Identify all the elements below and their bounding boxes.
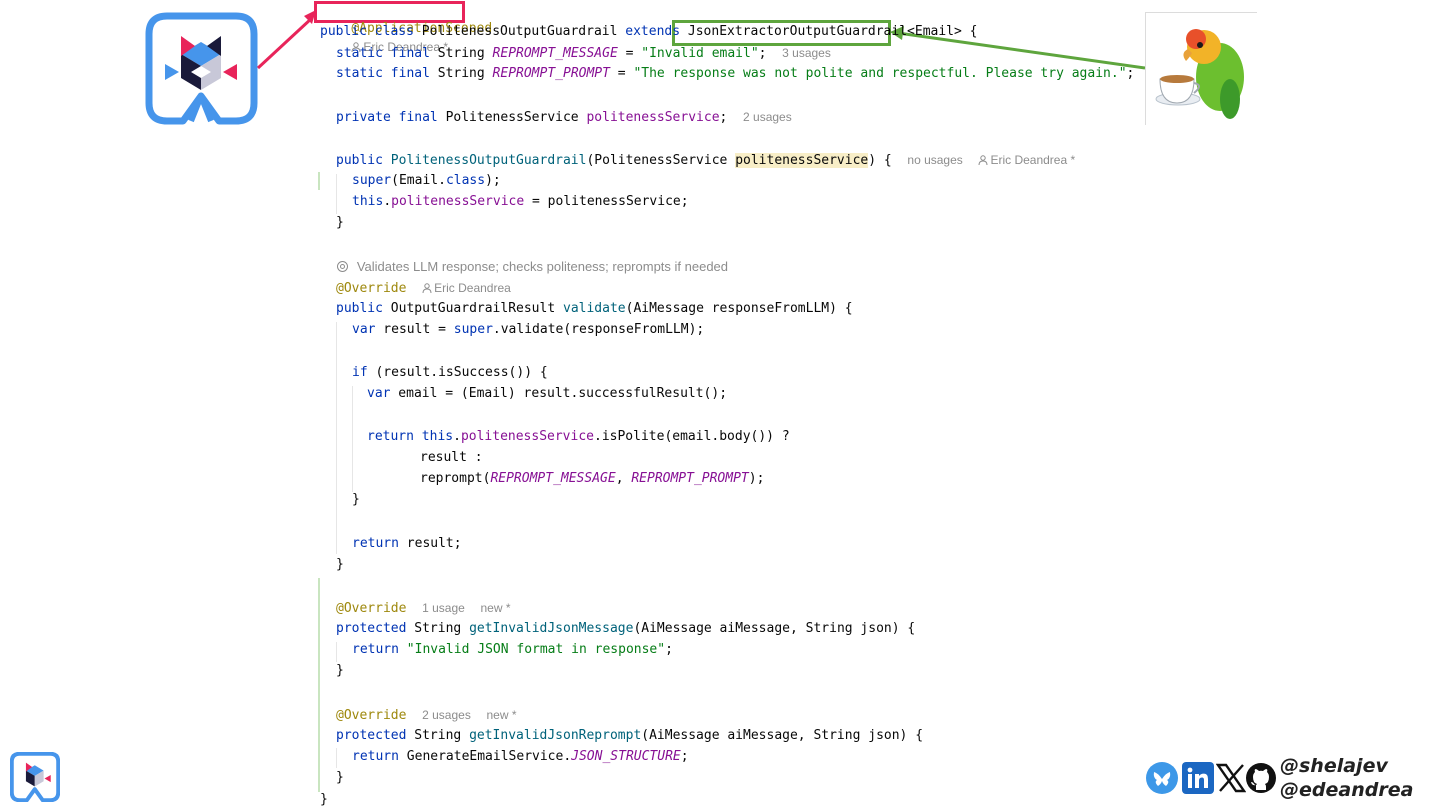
linkedin-icon[interactable] — [1182, 762, 1214, 798]
code-line-validate-decl: public OutputGuardrailResult validate(Ai… — [336, 301, 853, 316]
code-line-invalid-reprompt-decl: protected String getInvalidJsonReprompt(… — [336, 728, 924, 743]
code-line-return-invalid-json: return "Invalid JSON format in response"… — [352, 642, 673, 657]
code-line-return-polite: return this.politenessService.isPolite(e… — [367, 429, 790, 444]
code-line-var-email: var email = (Email) result.successfulRes… — [367, 386, 728, 401]
github-icon[interactable] — [1245, 762, 1277, 798]
usages-hint: no usages — [907, 153, 963, 167]
code-line-const-message: static final String REPROMPT_MESSAGE = "… — [336, 46, 831, 61]
usages-hint: 1 usage — [422, 601, 465, 615]
code-line-if: if (result.isSuccess()) { — [352, 365, 548, 380]
social-handles: @shelajev @edeandrea — [1280, 754, 1413, 802]
code-line-brace: } — [336, 663, 344, 678]
code-line-super: super(Email.class); — [352, 173, 501, 188]
code-line-return-structure: return GenerateEmailService.JSON_STRUCTU… — [352, 749, 689, 764]
author-hint: Eric Deandrea * — [978, 153, 1075, 167]
usages-hint: 2 usages — [422, 708, 471, 722]
person-icon — [978, 155, 988, 165]
code-line-field: private final PolitenessService politene… — [336, 110, 792, 125]
code-line-constructor: public PolitenessOutputGuardrail(Politen… — [336, 153, 1076, 168]
ai-doc-icon — [337, 261, 348, 272]
code-editor[interactable]: @ApplicationScoped Eric Deandrea * publi… — [0, 0, 1440, 810]
bluesky-icon[interactable] — [1146, 762, 1178, 798]
code-line-override: @Override 1 usage new * — [336, 601, 511, 616]
code-line-class-end: } — [320, 792, 328, 807]
usages-hint: 2 usages — [743, 110, 792, 124]
usages-hint: 3 usages — [782, 46, 831, 60]
code-line-invalid-msg-decl: protected String getInvalidJsonMessage(A… — [336, 621, 916, 636]
code-line-override: @Override 2 usages new * — [336, 708, 517, 723]
class-name: PolitenessOutputGuardrail — [421, 24, 618, 39]
code-line-brace: } — [336, 557, 344, 572]
code-line-override: @Override Eric Deandrea — [336, 281, 511, 296]
handle-shelajev[interactable]: @shelajev — [1280, 754, 1413, 778]
code-line-const-prompt: static final String REPROMPT_PROMPT = "T… — [336, 66, 1135, 81]
new-hint: new * — [486, 708, 517, 722]
code-line-return-result: return result; — [352, 536, 462, 551]
person-icon — [422, 283, 432, 293]
code-line-this-assign: this.politenessService = politenessServi… — [352, 194, 689, 209]
x-icon[interactable] — [1215, 762, 1247, 798]
code-line-var-result: var result = super.validate(responseFrom… — [352, 322, 705, 337]
author-hint: Eric Deandrea — [422, 281, 511, 295]
code-line-brace: } — [336, 215, 344, 230]
code-line-brace: } — [352, 492, 360, 507]
superclass-name: JsonExtractorOutputGuardrail — [687, 24, 908, 39]
code-line-doc: Validates LLM response; checks politenes… — [336, 258, 728, 277]
code-line-result-colon: result : — [420, 450, 483, 465]
code-line-class-decl: public class PolitenessOutputGuardrail e… — [320, 24, 978, 39]
new-hint: new * — [480, 601, 511, 615]
code-line-reprompt: reprompt(REPROMPT_MESSAGE, REPROMPT_PROM… — [420, 471, 765, 486]
code-line-brace: } — [336, 770, 344, 785]
handle-edeandrea[interactable]: @edeandrea — [1280, 778, 1413, 802]
